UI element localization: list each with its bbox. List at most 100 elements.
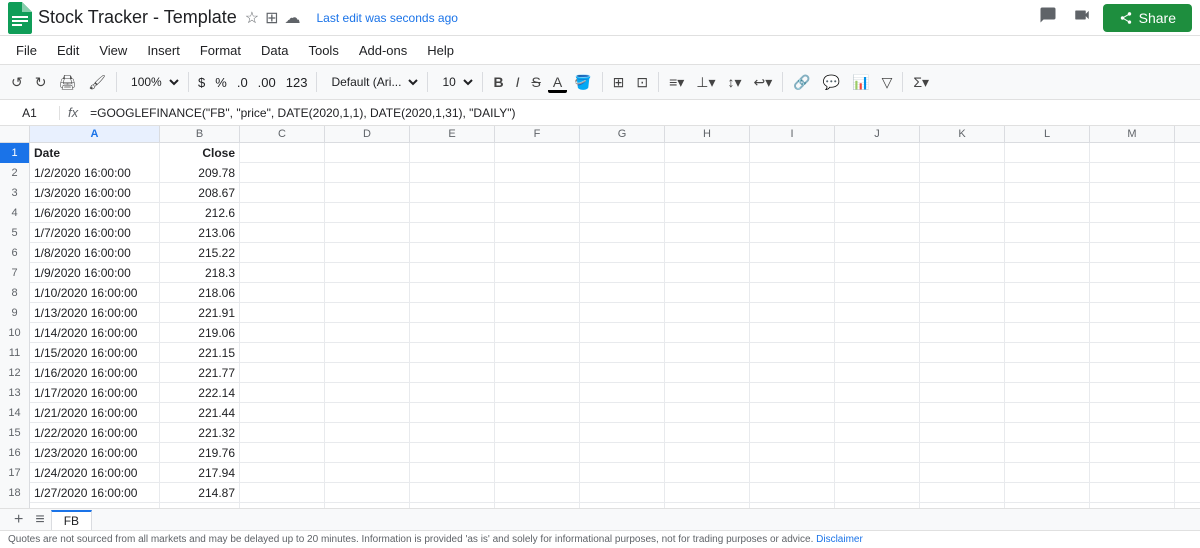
cell-a-16[interactable]: 1/23/2020 16:00:00 <box>30 443 160 463</box>
cell-empty[interactable] <box>665 443 750 463</box>
cell-empty[interactable] <box>1090 403 1175 423</box>
cell-empty[interactable] <box>920 403 1005 423</box>
cell-empty[interactable] <box>1175 243 1200 263</box>
add-sheet-button[interactable]: + <box>8 511 29 529</box>
cell-a-5[interactable]: 1/7/2020 16:00:00 <box>30 223 160 243</box>
cell-empty[interactable] <box>1175 283 1200 303</box>
cell-empty[interactable] <box>325 503 410 508</box>
cell-empty[interactable] <box>325 483 410 503</box>
cell-empty[interactable] <box>1090 483 1175 503</box>
table-row[interactable]: 181/27/2020 16:00:00214.87 <box>0 483 1200 503</box>
cell-empty[interactable] <box>1090 383 1175 403</box>
cell-empty[interactable] <box>1175 323 1200 343</box>
col-header-g[interactable]: G <box>580 126 665 142</box>
cell-empty[interactable] <box>410 363 495 383</box>
table-row[interactable]: 121/16/2020 16:00:00221.77 <box>0 363 1200 383</box>
cell-empty[interactable] <box>835 303 920 323</box>
cell-empty[interactable] <box>750 443 835 463</box>
cell-a-14[interactable]: 1/21/2020 16:00:00 <box>30 403 160 423</box>
table-row[interactable]: 161/23/2020 16:00:00219.76 <box>0 443 1200 463</box>
cell-empty[interactable] <box>1005 223 1090 243</box>
cell-empty[interactable] <box>240 423 325 443</box>
cell-empty[interactable] <box>1175 163 1200 183</box>
cell-empty[interactable] <box>1175 303 1200 323</box>
table-row[interactable]: 91/13/2020 16:00:00221.91 <box>0 303 1200 323</box>
cell-empty[interactable] <box>495 483 580 503</box>
cell-empty[interactable] <box>325 183 410 203</box>
cell-empty[interactable] <box>665 343 750 363</box>
cell-empty[interactable] <box>665 483 750 503</box>
menu-tools[interactable]: Tools <box>300 41 346 60</box>
cell-empty[interactable] <box>580 183 665 203</box>
cell-empty[interactable] <box>240 263 325 283</box>
cell-empty[interactable] <box>1005 503 1090 508</box>
cell-b-5[interactable]: 213.06 <box>160 223 240 243</box>
cell-a-15[interactable]: 1/22/2020 16:00:00 <box>30 423 160 443</box>
cell-empty[interactable] <box>835 243 920 263</box>
cell-empty[interactable] <box>920 483 1005 503</box>
cell-empty[interactable] <box>1005 363 1090 383</box>
cell-empty[interactable] <box>580 283 665 303</box>
cell-empty[interactable] <box>495 443 580 463</box>
sheets-menu-button[interactable]: ≡ <box>29 511 50 529</box>
menu-edit[interactable]: Edit <box>49 41 87 60</box>
cell-empty[interactable] <box>1005 163 1090 183</box>
col-header-e[interactable]: E <box>410 126 495 142</box>
cell-empty[interactable] <box>835 463 920 483</box>
cell-empty[interactable] <box>665 163 750 183</box>
cell-empty[interactable] <box>325 383 410 403</box>
cell-empty[interactable] <box>580 503 665 508</box>
cell-b-19[interactable]: 217.79 <box>160 503 240 508</box>
cell-empty[interactable] <box>580 363 665 383</box>
cell-a-13[interactable]: 1/17/2020 16:00:00 <box>30 383 160 403</box>
cell-empty[interactable] <box>580 243 665 263</box>
col-header-m[interactable]: M <box>1090 126 1175 142</box>
cell-empty[interactable] <box>1005 323 1090 343</box>
cell-b-10[interactable]: 219.06 <box>160 323 240 343</box>
bold-button[interactable]: B <box>488 71 508 93</box>
cell-empty[interactable] <box>835 483 920 503</box>
col-header-i[interactable]: I <box>750 126 835 142</box>
star-icon[interactable]: ☆ <box>245 8 259 28</box>
cell-empty[interactable] <box>1090 263 1175 283</box>
redo-button[interactable]: ↻ <box>30 71 52 94</box>
cell-empty[interactable] <box>835 363 920 383</box>
cell-a-12[interactable]: 1/16/2020 16:00:00 <box>30 363 160 383</box>
cell-empty[interactable] <box>1005 143 1090 163</box>
cell-empty[interactable] <box>920 223 1005 243</box>
cell-empty[interactable] <box>665 403 750 423</box>
cell-empty[interactable] <box>665 363 750 383</box>
cell-b-13[interactable]: 222.14 <box>160 383 240 403</box>
cell-empty[interactable] <box>1175 143 1200 163</box>
cell-b-2[interactable]: 209.78 <box>160 163 240 183</box>
cell-empty[interactable] <box>1175 183 1200 203</box>
menu-help[interactable]: Help <box>419 41 462 60</box>
cell-empty[interactable] <box>920 263 1005 283</box>
cell-empty[interactable] <box>1090 443 1175 463</box>
cell-empty[interactable] <box>1090 283 1175 303</box>
share-button[interactable]: Share <box>1103 4 1192 32</box>
cell-empty[interactable] <box>750 483 835 503</box>
cell-empty[interactable] <box>580 303 665 323</box>
cell-b-12[interactable]: 221.77 <box>160 363 240 383</box>
cell-empty[interactable] <box>750 143 835 163</box>
cell-empty[interactable] <box>1175 423 1200 443</box>
cell-empty[interactable] <box>1005 483 1090 503</box>
table-row[interactable]: 21/2/2020 16:00:00209.78 <box>0 163 1200 183</box>
cell-empty[interactable] <box>750 203 835 223</box>
cell-empty[interactable] <box>410 323 495 343</box>
link-button[interactable]: 🔗 <box>788 71 815 94</box>
cell-empty[interactable] <box>580 143 665 163</box>
cell-empty[interactable] <box>750 303 835 323</box>
table-row[interactable]: 1DateClose <box>0 143 1200 163</box>
menu-format[interactable]: Format <box>192 41 249 60</box>
cell-empty[interactable] <box>410 383 495 403</box>
cell-empty[interactable] <box>410 343 495 363</box>
cell-empty[interactable] <box>1090 343 1175 363</box>
cell-a-9[interactable]: 1/13/2020 16:00:00 <box>30 303 160 323</box>
cell-empty[interactable] <box>1175 203 1200 223</box>
cell-empty[interactable] <box>665 423 750 443</box>
comments-button[interactable] <box>1035 2 1061 33</box>
cell-empty[interactable] <box>240 243 325 263</box>
undo-button[interactable]: ↺ <box>6 71 28 94</box>
